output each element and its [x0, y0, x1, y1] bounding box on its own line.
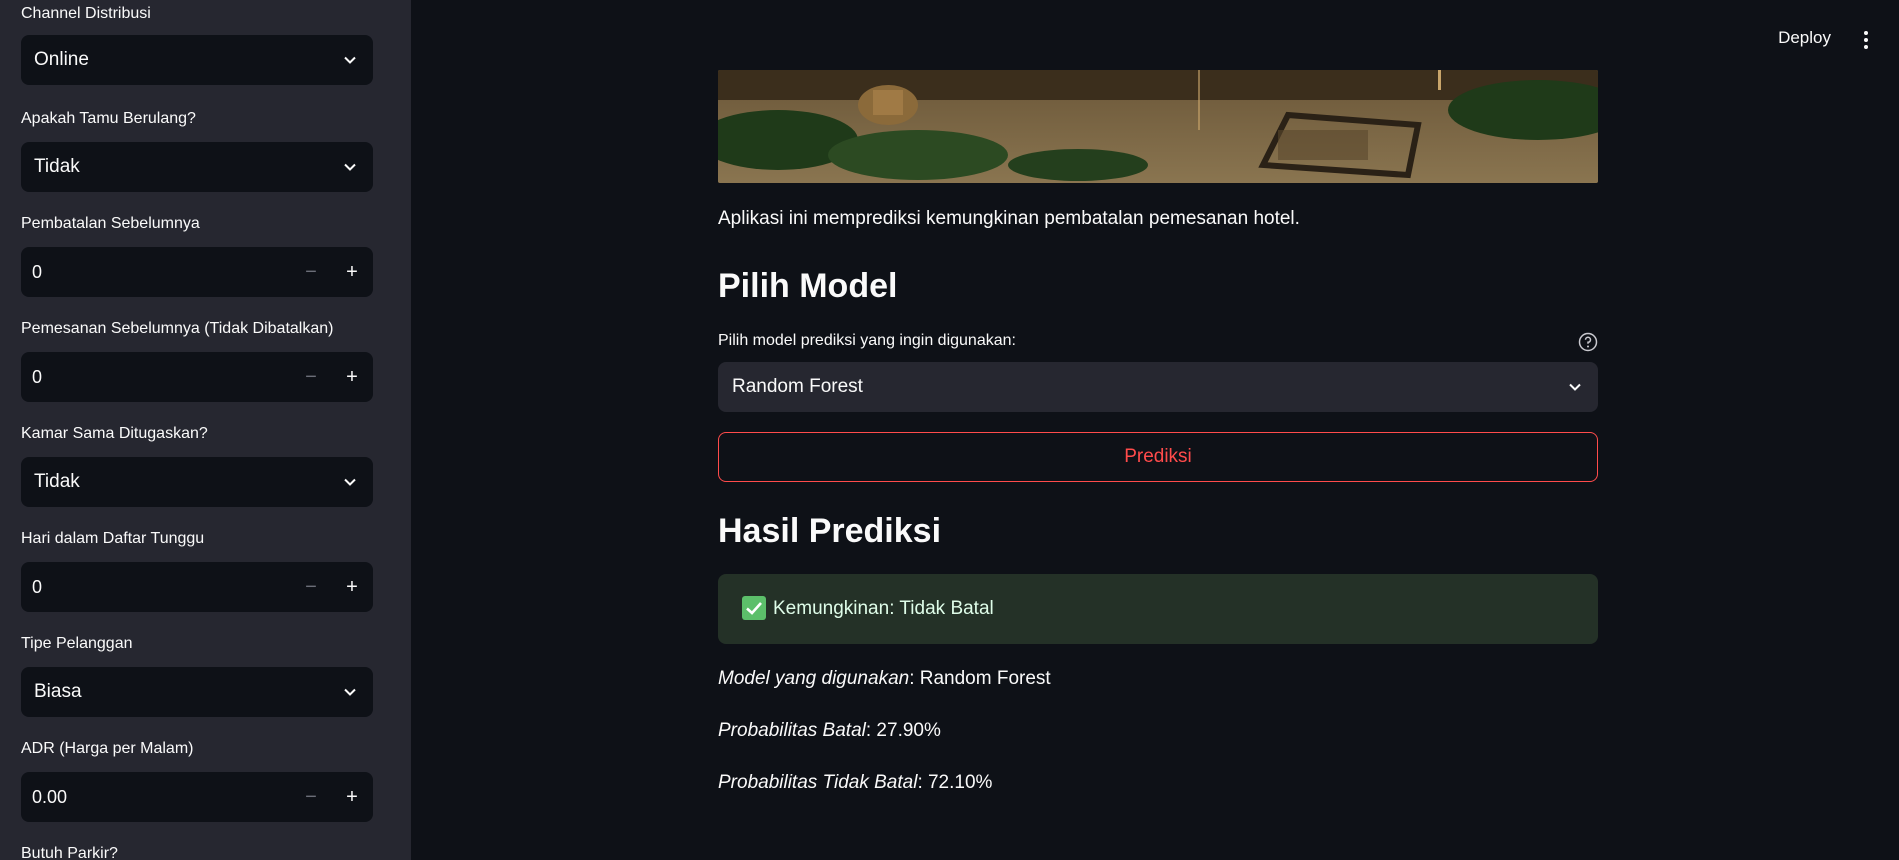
- number-value[interactable]: 0.00: [32, 772, 67, 822]
- adr-input[interactable]: 0.00 − +: [21, 772, 373, 822]
- field-tamu-berulang: Apakah Tamu Berulang? Tidak: [21, 109, 373, 192]
- app-description: Aplikasi ini memprediksi kemungkinan pem…: [718, 208, 1300, 229]
- select-value: Random Forest: [732, 376, 863, 397]
- hotel-courtyard-image: [718, 70, 1598, 183]
- success-alert: Kemungkinan: Tidak Batal: [718, 574, 1598, 644]
- chevron-down-icon: [344, 688, 356, 696]
- prob-not-cancel-line: Probabilitas Tidak Batal: 72.10%: [718, 772, 992, 794]
- chevron-down-icon: [344, 478, 356, 486]
- model-select[interactable]: Random Forest: [718, 362, 1598, 412]
- model-select-label: Pilih model prediksi yang ingin digunaka…: [718, 332, 1016, 349]
- decrement-button[interactable]: −: [291, 352, 331, 402]
- select-value: Tidak: [34, 471, 80, 492]
- field-label: ADR (Harga per Malam): [21, 740, 194, 757]
- decrement-button[interactable]: −: [291, 772, 331, 822]
- number-value[interactable]: 0: [32, 247, 42, 297]
- hari-daftar-tunggu-input[interactable]: 0 − +: [21, 562, 373, 612]
- more-menu-icon[interactable]: [1863, 30, 1869, 50]
- prob-cancel-label: Probabilitas Batal: [718, 720, 866, 741]
- decrement-button[interactable]: −: [291, 247, 331, 297]
- field-kamar-sama: Kamar Sama Ditugaskan? Tidak: [21, 424, 373, 507]
- field-channel-distribusi: Channel Distribusi Online: [21, 4, 373, 85]
- deploy-button[interactable]: Deploy: [1778, 28, 1831, 48]
- prob-not-cancel-label: Probabilitas Tidak Batal: [718, 772, 918, 793]
- field-pembatalan-sebelumnya: Pembatalan Sebelumnya 0 − +: [21, 214, 373, 297]
- pembatalan-sebelumnya-input[interactable]: 0 − +: [21, 247, 373, 297]
- field-label: Channel Distribusi: [21, 5, 151, 22]
- field-pemesanan-sebelumnya: Pemesanan Sebelumnya (Tidak Dibatalkan) …: [21, 319, 373, 402]
- predict-button[interactable]: Prediksi: [718, 432, 1598, 482]
- field-adr: ADR (Harga per Malam) 0.00 − +: [21, 739, 373, 822]
- field-label: Tipe Pelanggan: [21, 635, 133, 652]
- increment-button[interactable]: +: [332, 352, 372, 402]
- increment-button[interactable]: +: [332, 247, 372, 297]
- main-content: Deploy Aplikasi ini memprediksi kemungki…: [411, 0, 1899, 860]
- field-label: Hari dalam Daftar Tunggu: [21, 530, 205, 547]
- increment-button[interactable]: +: [332, 562, 372, 612]
- hero-image: [718, 70, 1598, 183]
- help-icon[interactable]: [1578, 332, 1598, 352]
- decrement-button[interactable]: −: [291, 562, 331, 612]
- prob-not-cancel-value: : 72.10%: [917, 772, 993, 793]
- tamu-berulang-select[interactable]: Tidak: [21, 142, 373, 192]
- check-mark-icon: [742, 596, 766, 620]
- field-hari-daftar-tunggu: Hari dalam Daftar Tunggu 0 − +: [21, 529, 373, 612]
- field-label: Butuh Parkir?: [21, 845, 118, 860]
- pemesanan-sebelumnya-input[interactable]: 0 − +: [21, 352, 373, 402]
- model-used-label: Model yang digunakan: [718, 668, 910, 689]
- select-value: Online: [34, 49, 89, 70]
- field-label: Pemesanan Sebelumnya (Tidak Dibatalkan): [21, 320, 334, 337]
- model-used-value: : Random Forest: [909, 668, 1051, 689]
- prob-cancel-line: Probabilitas Batal: 27.90%: [718, 720, 941, 742]
- field-butuh-parkir: Butuh Parkir?: [21, 844, 373, 860]
- field-tipe-pelanggan: Tipe Pelanggan Biasa: [21, 634, 373, 717]
- increment-button[interactable]: +: [332, 772, 372, 822]
- prob-cancel-value: : 27.90%: [865, 720, 941, 741]
- number-value[interactable]: 0: [32, 562, 42, 612]
- chevron-down-icon: [1569, 383, 1581, 391]
- tipe-pelanggan-select[interactable]: Biasa: [21, 667, 373, 717]
- select-value: Tidak: [34, 156, 80, 177]
- kamar-sama-select[interactable]: Tidak: [21, 457, 373, 507]
- sidebar: Channel Distribusi Online Apakah Tamu Be…: [0, 0, 411, 860]
- field-label: Pembatalan Sebelumnya: [21, 215, 200, 232]
- result-section-title: Hasil Prediksi: [718, 512, 942, 550]
- chevron-down-icon: [344, 163, 356, 171]
- field-label: Apakah Tamu Berulang?: [21, 110, 196, 127]
- model-section-title: Pilih Model: [718, 267, 898, 305]
- chevron-down-icon: [344, 56, 356, 64]
- select-value: Biasa: [34, 681, 82, 702]
- number-value[interactable]: 0: [32, 352, 42, 402]
- model-used-line: Model yang digunakan: Random Forest: [718, 668, 1051, 690]
- field-label: Kamar Sama Ditugaskan?: [21, 425, 208, 442]
- channel-distribusi-select[interactable]: Online: [21, 35, 373, 85]
- success-text: Kemungkinan: Tidak Batal: [773, 598, 994, 619]
